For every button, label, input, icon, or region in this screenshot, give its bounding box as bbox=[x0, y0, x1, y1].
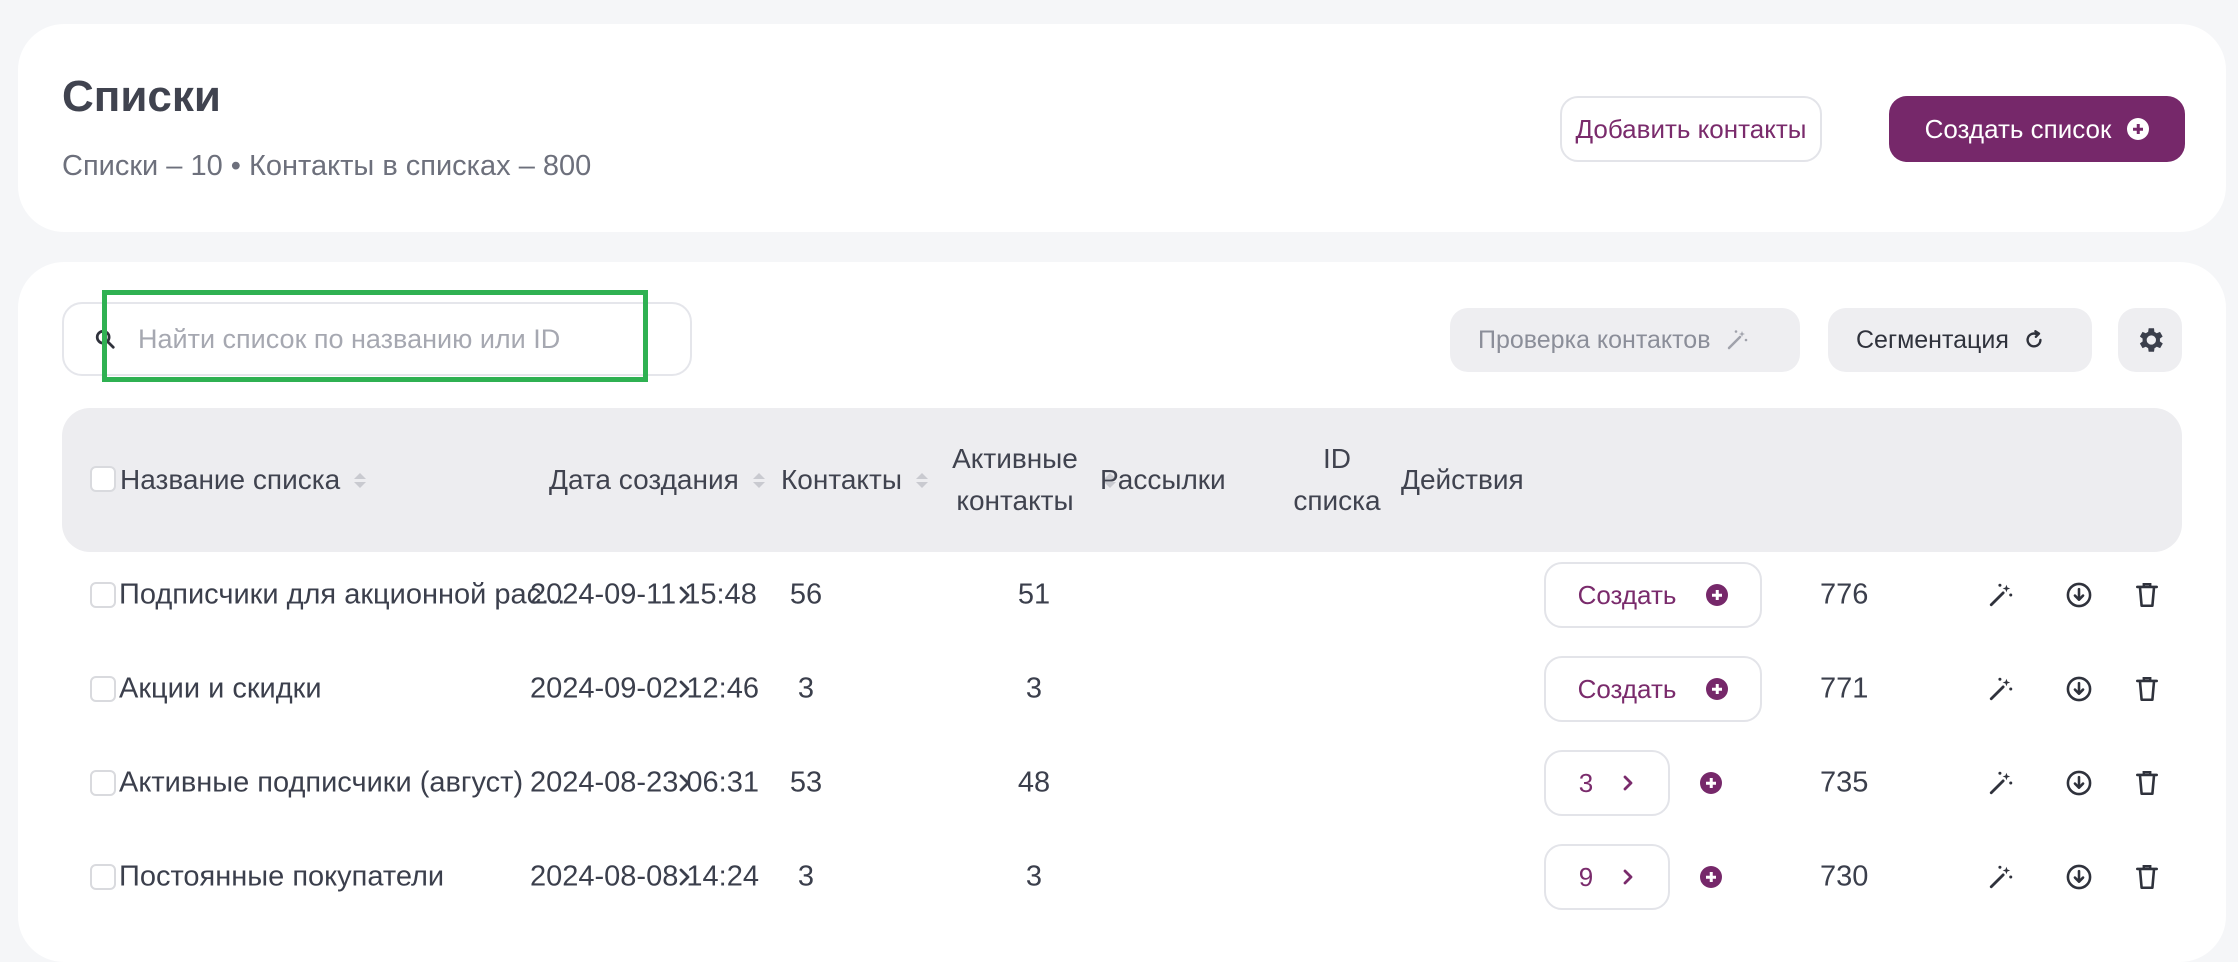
column-active-label: Активные контакты bbox=[952, 443, 1078, 516]
wand-icon bbox=[1727, 330, 1747, 350]
search-box[interactable] bbox=[62, 302, 692, 376]
contacts-count: 56 bbox=[789, 578, 823, 611]
column-contacts-label: Контакты bbox=[781, 464, 902, 495]
column-date-label: Дата создания bbox=[549, 464, 739, 495]
row-checkbox[interactable] bbox=[90, 582, 116, 608]
created-date: 2024-09-11 15:48 bbox=[530, 578, 757, 611]
trash-icon[interactable] bbox=[2132, 580, 2162, 610]
segmentation-label: Сегментация bbox=[1856, 325, 2009, 354]
created-date: 2024-08-08 14:24 bbox=[530, 860, 759, 893]
create-campaign-button[interactable]: Создать bbox=[1544, 562, 1762, 628]
sort-icon bbox=[915, 472, 928, 488]
active-contacts-count: 51 bbox=[1017, 578, 1051, 611]
column-name[interactable]: Название списка bbox=[120, 459, 367, 501]
gear-icon bbox=[2139, 328, 2163, 352]
page-title: Списки bbox=[62, 72, 221, 121]
wand-icon[interactable] bbox=[1986, 862, 2016, 892]
settings-button[interactable] bbox=[2118, 308, 2182, 372]
campaigns-count: 9 bbox=[1578, 861, 1594, 892]
download-icon[interactable] bbox=[2064, 862, 2094, 892]
select-all-checkbox[interactable] bbox=[90, 466, 116, 492]
add-contacts-button[interactable]: Добавить контакты bbox=[1560, 96, 1822, 162]
contacts-count: 3 bbox=[797, 860, 815, 893]
create-list-button[interactable]: Создать список bbox=[1889, 96, 2185, 162]
campaigns-count-button[interactable]: 9 bbox=[1544, 844, 1670, 910]
column-campaigns: Рассылки bbox=[1100, 459, 1226, 501]
column-actions-label: Действия bbox=[1401, 464, 1524, 495]
search-icon bbox=[95, 329, 115, 349]
list-id: 735 bbox=[1820, 766, 1869, 799]
table-row[interactable]: Подписчики для акционной рас... 2024-09-… bbox=[18, 548, 2226, 642]
list-id: 730 bbox=[1820, 860, 1869, 893]
plus-circle-icon bbox=[2127, 118, 2150, 140]
table-header: Название списка Дата создания Контакты А… bbox=[62, 408, 2182, 552]
list-name[interactable]: Постоянные покупатели bbox=[119, 861, 599, 894]
check-contacts-label: Проверка контактов bbox=[1478, 325, 1711, 354]
sort-icon bbox=[354, 472, 367, 488]
download-icon[interactable] bbox=[2064, 674, 2094, 704]
column-id: ID списка bbox=[1284, 438, 1390, 522]
download-icon[interactable] bbox=[2064, 768, 2094, 798]
search-input[interactable] bbox=[138, 323, 638, 355]
row-checkbox[interactable] bbox=[90, 676, 116, 702]
column-actions: Действия bbox=[1401, 459, 1524, 501]
sort-icon bbox=[752, 472, 765, 488]
column-campaigns-label: Рассылки bbox=[1100, 464, 1226, 495]
list-name[interactable]: Активные подписчики (август) bbox=[119, 767, 599, 800]
campaigns-count: 3 bbox=[1578, 767, 1594, 798]
trash-icon[interactable] bbox=[2132, 862, 2162, 892]
trash-icon[interactable] bbox=[2132, 768, 2162, 798]
column-contacts[interactable]: Контакты bbox=[781, 459, 928, 501]
active-contacts-count: 48 bbox=[1017, 766, 1051, 799]
column-date[interactable]: Дата создания bbox=[549, 459, 765, 501]
refresh-icon bbox=[2026, 330, 2042, 348]
download-icon[interactable] bbox=[2064, 580, 2094, 610]
segmentation-button[interactable]: Сегментация bbox=[1828, 308, 2092, 372]
page-subtitle: Списки – 10 • Контакты в списках – 800 bbox=[62, 150, 592, 182]
create-campaign-label: Создать bbox=[1577, 579, 1677, 610]
list-id: 771 bbox=[1820, 672, 1869, 705]
active-contacts-count: 3 bbox=[1025, 672, 1043, 705]
campaigns-count-button[interactable]: 3 bbox=[1544, 750, 1670, 816]
contacts-count: 53 bbox=[789, 766, 823, 799]
create-campaign-button[interactable]: Создать bbox=[1544, 656, 1762, 722]
active-contacts-count: 3 bbox=[1025, 860, 1043, 893]
plus-circle-icon bbox=[1706, 584, 1729, 606]
header-card: Списки Списки – 10 • Контакты в списках … bbox=[18, 24, 2226, 232]
create-campaign-label: Создать bbox=[1577, 673, 1677, 704]
column-name-label: Название списка bbox=[120, 464, 341, 495]
wand-icon[interactable] bbox=[1986, 768, 2016, 798]
table-row[interactable]: Постоянные покупатели 2024-08-08 14:24 3… bbox=[18, 830, 2226, 924]
list-name[interactable]: Акции и скидки bbox=[119, 673, 599, 706]
table-row[interactable]: Активные подписчики (август) 2024-08-23 … bbox=[18, 736, 2226, 830]
created-date: 2024-09-02 12:46 bbox=[530, 672, 759, 705]
list-id: 776 bbox=[1820, 578, 1869, 611]
add-campaign-icon[interactable] bbox=[1700, 772, 1722, 794]
table-row[interactable]: Акции и скидки 2024-09-02 12:46 3 3 Созд… bbox=[18, 642, 2226, 736]
trash-icon[interactable] bbox=[2132, 674, 2162, 704]
wand-icon[interactable] bbox=[1986, 580, 2016, 610]
list-name[interactable]: Подписчики для акционной рас... bbox=[119, 579, 599, 612]
check-contacts-button[interactable]: Проверка контактов bbox=[1450, 308, 1800, 372]
plus-circle-icon bbox=[1706, 678, 1729, 700]
chevron-right-icon bbox=[1623, 869, 1633, 885]
column-id-label: ID списка bbox=[1293, 443, 1381, 516]
column-active[interactable]: Активные контакты bbox=[940, 438, 1116, 522]
contacts-count: 3 bbox=[797, 672, 815, 705]
lists-card: Проверка контактов Сегментация Название … bbox=[18, 262, 2226, 962]
add-campaign-icon[interactable] bbox=[1700, 866, 1722, 888]
created-date: 2024-08-23 06:31 bbox=[530, 766, 759, 799]
row-checkbox[interactable] bbox=[90, 864, 116, 890]
row-checkbox[interactable] bbox=[90, 770, 116, 796]
create-list-label: Создать список bbox=[1924, 113, 2112, 144]
chevron-right-icon bbox=[1623, 775, 1633, 791]
wand-icon[interactable] bbox=[1986, 674, 2016, 704]
